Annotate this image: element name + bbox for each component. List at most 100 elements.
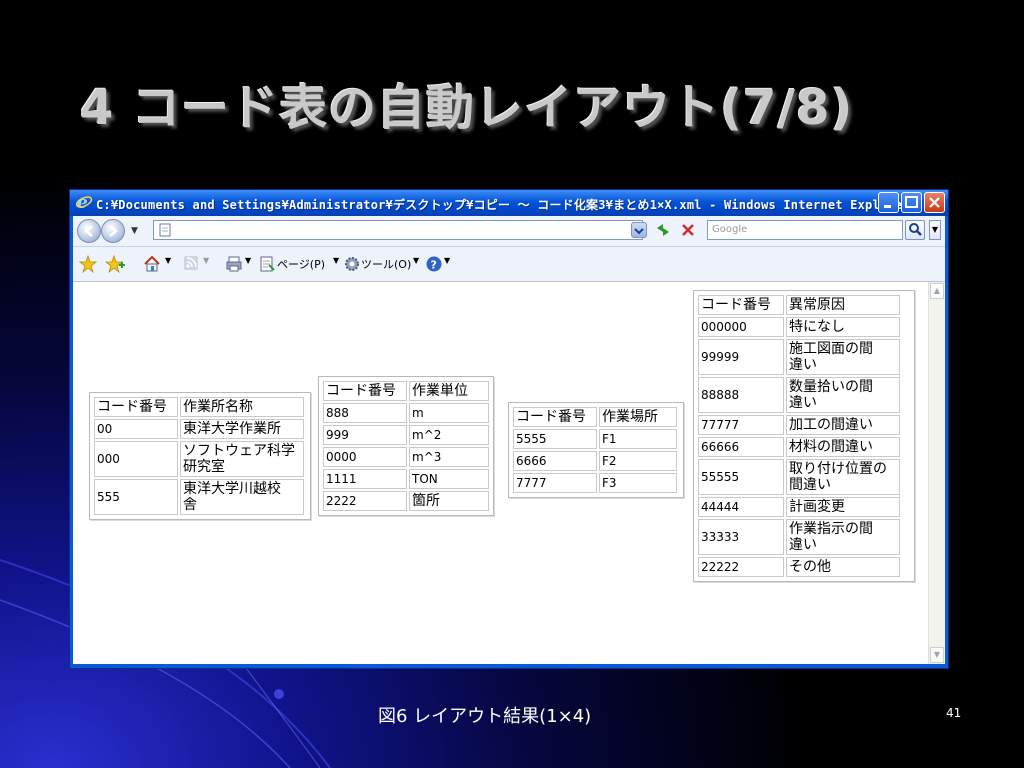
- svg-text:e: e: [77, 193, 88, 211]
- code-cell: 55555: [698, 459, 784, 495]
- value-cell: m: [409, 403, 489, 423]
- scroll-up-button[interactable]: ▲: [930, 283, 944, 299]
- table-row: 2222 箇所: [323, 491, 489, 511]
- feeds-dropdown-icon[interactable]: ▼: [203, 256, 209, 265]
- code-cell: 7777: [513, 473, 597, 493]
- code-cell: 77777: [698, 415, 784, 435]
- table-row: 1111 TON: [323, 469, 489, 489]
- address-dropdown-button[interactable]: [631, 222, 647, 238]
- table-row: 999 m^2: [323, 425, 489, 445]
- value-cell: 数量拾いの間 違い: [786, 377, 900, 413]
- table-row: 00 東洋大学作業所: [94, 419, 304, 439]
- code-cell: 44444: [698, 497, 784, 517]
- page-icon: [159, 223, 171, 237]
- home-dropdown-icon[interactable]: ▼: [165, 256, 171, 265]
- window-title: C:¥Documents and Settings¥Administrator¥…: [96, 198, 910, 212]
- value-cell: 特になし: [786, 317, 900, 337]
- print-icon[interactable]: [225, 255, 243, 273]
- scroll-down-button[interactable]: ▼: [930, 647, 944, 663]
- value-cell: F2: [599, 451, 677, 471]
- value-cell: F3: [599, 473, 677, 493]
- maximize-icon: [905, 196, 918, 208]
- table-row: 0000 m^3: [323, 447, 489, 467]
- feeds-icon[interactable]: [183, 255, 199, 271]
- table-row: 99999 施工図面の間 違い: [698, 339, 900, 375]
- value-cell: TON: [409, 469, 489, 489]
- code-cell: 000000: [698, 317, 784, 337]
- header-cell: コード番号: [698, 295, 784, 315]
- header-cell: 作業所名称: [180, 397, 304, 417]
- table-row: 000000 特になし: [698, 317, 900, 337]
- help-dropdown-icon[interactable]: ▼: [444, 256, 450, 265]
- history-dropdown-icon[interactable]: ▼: [131, 226, 138, 236]
- favorites-star-icon[interactable]: [79, 255, 97, 273]
- vertical-scrollbar[interactable]: ▲ ▼: [928, 282, 945, 664]
- value-cell: 計画変更: [786, 497, 900, 517]
- page-menu-icon[interactable]: [259, 255, 275, 273]
- value-cell: 加工の間違い: [786, 415, 900, 435]
- code-cell: 555: [94, 479, 178, 515]
- tools-dropdown-icon[interactable]: ▼: [413, 256, 419, 265]
- forward-button[interactable]: [101, 219, 125, 243]
- table-header-row: コード番号 異常原因: [698, 295, 900, 315]
- data-table: コード番号 異常原因 000000 特になし 99999 施工図面の間 違い 888…: [696, 293, 902, 579]
- home-icon[interactable]: [143, 255, 161, 273]
- code-table-worksite: コード番号 作業所名称 00 東洋大学作業所 000 ソフトウェア科学 研究室 …: [89, 392, 311, 520]
- header-cell: 作業単位: [409, 381, 489, 401]
- navigation-bar: ▼ Google ▼: [73, 216, 945, 247]
- search-input[interactable]: Google: [707, 220, 903, 240]
- value-cell: m^2: [409, 425, 489, 445]
- tools-gear-icon[interactable]: [343, 255, 361, 273]
- table-row: 33333 作業指示の間 違い: [698, 519, 900, 555]
- close-button[interactable]: [924, 192, 945, 213]
- code-table-error-cause: コード番号 異常原因 000000 特になし 99999 施工図面の間 違い 888…: [693, 290, 915, 582]
- ie-window: e C:¥Documents and Settings¥Administrato…: [69, 189, 949, 669]
- figure-caption: 図6 レイアウト結果(1×4): [378, 706, 592, 727]
- table-header-row: コード番号 作業場所: [513, 407, 677, 427]
- page-menu-label[interactable]: ページ(P): [277, 256, 325, 272]
- value-cell: その他: [786, 557, 900, 577]
- header-cell: コード番号: [513, 407, 597, 427]
- page-content: コード番号 作業所名称 00 東洋大学作業所 000 ソフトウェア科学 研究室 …: [73, 282, 928, 664]
- code-cell: 33333: [698, 519, 784, 555]
- code-cell: 0000: [323, 447, 407, 467]
- table-row: 77777 加工の間違い: [698, 415, 900, 435]
- code-cell: 88888: [698, 377, 784, 413]
- minimize-icon: [884, 205, 891, 208]
- search-button[interactable]: [905, 220, 925, 240]
- stop-icon[interactable]: [679, 221, 697, 239]
- code-cell: 66666: [698, 437, 784, 457]
- table-row: 000 ソフトウェア科学 研究室: [94, 441, 304, 477]
- table-row: 55555 取り付け位置の 間違い: [698, 459, 900, 495]
- tools-menu-label[interactable]: ツール(O): [361, 256, 411, 272]
- value-cell: 東洋大学作業所: [180, 419, 304, 439]
- minimize-button[interactable]: [878, 192, 899, 213]
- code-cell: 5555: [513, 429, 597, 449]
- table-header-row: コード番号 作業所名称: [94, 397, 304, 417]
- data-table: コード番号 作業場所 5555 F1 6666 F2 7777 F3: [511, 405, 679, 495]
- header-cell: 作業場所: [599, 407, 677, 427]
- svg-text:?: ?: [431, 259, 437, 272]
- data-table: コード番号 作業単位 888 m 999 m^2 0000 m^3 1111 TON 2…: [321, 379, 491, 513]
- value-cell: 取り付け位置の 間違い: [786, 459, 900, 495]
- code-cell: 22222: [698, 557, 784, 577]
- back-button[interactable]: [77, 219, 101, 243]
- code-cell: 000: [94, 441, 178, 477]
- slide-number: 41: [946, 706, 962, 720]
- value-cell: m^3: [409, 447, 489, 467]
- table-row: 5555 F1: [513, 429, 677, 449]
- add-favorites-icon[interactable]: [105, 255, 125, 273]
- maximize-button[interactable]: [901, 192, 922, 213]
- close-icon: [929, 197, 940, 208]
- print-dropdown-icon[interactable]: ▼: [245, 256, 251, 265]
- title-bar[interactable]: e C:¥Documents and Settings¥Administrato…: [70, 190, 948, 216]
- slide-title: 4 コード表の自動レイアウト(7/8): [80, 80, 854, 136]
- refresh-icon[interactable]: [653, 221, 673, 239]
- address-bar[interactable]: [153, 220, 643, 240]
- table-header-row: コード番号 作業単位: [323, 381, 489, 401]
- code-cell: 1111: [323, 469, 407, 489]
- help-icon[interactable]: ?: [425, 255, 443, 273]
- page-menu-dropdown-icon[interactable]: ▼: [333, 256, 339, 265]
- search-options-dropdown[interactable]: ▼: [929, 220, 941, 240]
- table-row: 888 m: [323, 403, 489, 423]
